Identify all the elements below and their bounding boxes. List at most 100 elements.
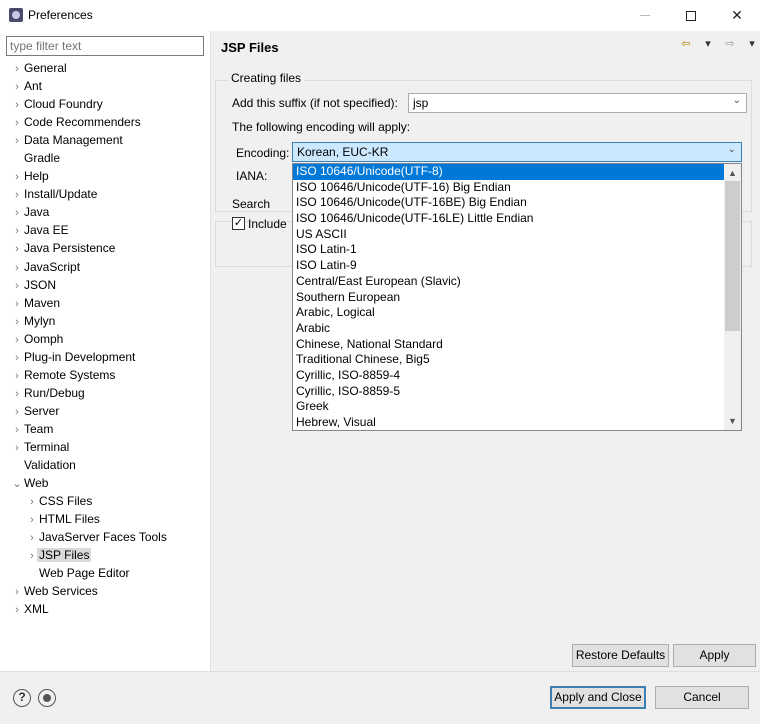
- tree-item-label: XML: [24, 602, 49, 617]
- encoding-option[interactable]: Greek: [293, 399, 725, 415]
- minimize-button[interactable]: [622, 0, 668, 31]
- chevron-right-icon[interactable]: ›: [10, 421, 24, 439]
- chevron-right-icon[interactable]: ›: [10, 240, 24, 258]
- expand-collapse-icon[interactable]: ⌄: [10, 475, 24, 493]
- tree-item[interactable]: Gradle: [0, 149, 210, 167]
- chevron-right-icon[interactable]: ›: [10, 168, 24, 186]
- window-title: Preferences: [28, 8, 93, 22]
- encoding-option[interactable]: ISO 10646/Unicode(UTF-16) Big Endian: [293, 180, 725, 196]
- chevron-right-icon[interactable]: ›: [10, 367, 24, 385]
- tree-item[interactable]: › Plug-in Development: [0, 348, 210, 366]
- scroll-down-icon[interactable]: ▼: [724, 413, 741, 429]
- apply-button[interactable]: Apply: [673, 644, 756, 667]
- tree-item[interactable]: › Oomph: [0, 330, 210, 348]
- tree-item[interactable]: › Web Services: [0, 582, 210, 600]
- encoding-option[interactable]: Hebrew, Visual: [293, 415, 725, 430]
- suffix-combo[interactable]: jsp ⌄: [408, 93, 747, 113]
- include-checkbox[interactable]: ✓: [232, 217, 245, 230]
- close-button[interactable]: ✕: [714, 0, 760, 31]
- tree-item[interactable]: › Java Persistence: [0, 239, 210, 257]
- tree-item[interactable]: › XML: [0, 600, 210, 618]
- chevron-right-icon[interactable]: ›: [10, 259, 24, 277]
- record-macro-icon[interactable]: [38, 689, 56, 707]
- encoding-option[interactable]: Chinese, National Standard: [293, 337, 725, 353]
- encoding-option[interactable]: US ASCII: [293, 227, 725, 243]
- tree-item[interactable]: › Team: [0, 420, 210, 438]
- chevron-right-icon[interactable]: ›: [10, 331, 24, 349]
- tree-item[interactable]: › Java: [0, 203, 210, 221]
- tree-item[interactable]: › Terminal: [0, 438, 210, 456]
- chevron-right-icon[interactable]: ›: [10, 222, 24, 240]
- forward-menu-icon[interactable]: ▾: [742, 37, 760, 50]
- chevron-right-icon[interactable]: ›: [10, 277, 24, 295]
- tree-item[interactable]: › Ant: [0, 77, 210, 95]
- dropdown-scrollbar[interactable]: ▲ ▼: [724, 164, 741, 430]
- encoding-option[interactable]: ISO 10646/Unicode(UTF-16BE) Big Endian: [293, 195, 725, 211]
- tree-item[interactable]: ⌄ Web: [0, 474, 210, 492]
- tree-item[interactable]: › Maven: [0, 294, 210, 312]
- encoding-option[interactable]: Cyrillic, ISO-8859-5: [293, 384, 725, 400]
- tree-item[interactable]: › Mylyn: [0, 312, 210, 330]
- chevron-right-icon[interactable]: ›: [10, 349, 24, 367]
- tree-item[interactable]: › HTML Files: [0, 510, 210, 528]
- filter-input[interactable]: [6, 36, 204, 56]
- chevron-right-icon[interactable]: ›: [10, 313, 24, 331]
- tree-item[interactable]: › JSP Files: [0, 546, 210, 564]
- maximize-button[interactable]: [668, 0, 714, 31]
- tree-item[interactable]: › Code Recommenders: [0, 113, 210, 131]
- scroll-up-icon[interactable]: ▲: [724, 165, 741, 181]
- restore-defaults-button[interactable]: Restore Defaults: [572, 644, 669, 667]
- chevron-right-icon[interactable]: ›: [10, 114, 24, 132]
- chevron-right-icon[interactable]: ›: [10, 96, 24, 114]
- chevron-right-icon[interactable]: ›: [10, 385, 24, 403]
- encoding-option[interactable]: Southern European: [293, 290, 725, 306]
- tree-item[interactable]: › Cloud Foundry: [0, 95, 210, 113]
- tree-item[interactable]: › JavaScript: [0, 258, 210, 276]
- tree-item[interactable]: › Data Management: [0, 131, 210, 149]
- encoding-option[interactable]: Cyrillic, ISO-8859-4: [293, 368, 725, 384]
- title-bar: Preferences ✕: [0, 0, 760, 31]
- chevron-right-icon[interactable]: ›: [10, 601, 24, 619]
- chevron-right-icon[interactable]: ›: [10, 132, 24, 150]
- encoding-option[interactable]: Arabic, Logical: [293, 305, 725, 321]
- encoding-option[interactable]: ISO Latin-1: [293, 242, 725, 258]
- chevron-right-icon[interactable]: ›: [10, 186, 24, 204]
- encoding-option[interactable]: Arabic: [293, 321, 725, 337]
- forward-arrow-icon[interactable]: ⇨: [720, 37, 740, 50]
- help-icon[interactable]: ?: [13, 689, 31, 707]
- tree-item[interactable]: › Server: [0, 402, 210, 420]
- tree-item[interactable]: › Java EE: [0, 221, 210, 239]
- tree-item[interactable]: › JavaServer Faces Tools: [0, 528, 210, 546]
- chevron-right-icon[interactable]: ›: [25, 493, 39, 511]
- tree-item[interactable]: › CSS Files: [0, 492, 210, 510]
- cancel-button[interactable]: Cancel: [655, 686, 749, 709]
- tree-item[interactable]: › Help: [0, 167, 210, 185]
- encoding-dropdown-list[interactable]: ISO 10646/Unicode(UTF-8) ISO 10646/Unicod…: [292, 163, 742, 431]
- tree-item[interactable]: › JSON: [0, 276, 210, 294]
- scroll-thumb[interactable]: [725, 181, 740, 331]
- chevron-right-icon[interactable]: ›: [10, 204, 24, 222]
- chevron-right-icon[interactable]: ›: [25, 529, 39, 547]
- encoding-option[interactable]: ISO Latin-9: [293, 258, 725, 274]
- encoding-option[interactable]: Central/East European (Slavic): [293, 274, 725, 290]
- chevron-right-icon[interactable]: ›: [10, 60, 24, 78]
- tree-item[interactable]: › Remote Systems: [0, 366, 210, 384]
- encoding-option[interactable]: Traditional Chinese, Big5: [293, 352, 725, 368]
- tree-item[interactable]: › Install/Update: [0, 185, 210, 203]
- encoding-option[interactable]: ISO 10646/Unicode(UTF-8): [293, 164, 725, 180]
- chevron-right-icon[interactable]: ›: [10, 439, 24, 457]
- chevron-right-icon[interactable]: ›: [10, 78, 24, 96]
- encoding-option[interactable]: ISO 10646/Unicode(UTF-16LE) Little Endia…: [293, 211, 725, 227]
- encoding-combo[interactable]: Korean, EUC-KR ⌄: [292, 142, 742, 162]
- chevron-right-icon[interactable]: ›: [25, 511, 39, 529]
- back-arrow-icon[interactable]: ⇦: [676, 37, 696, 50]
- tree-item[interactable]: Validation: [0, 456, 210, 474]
- chevron-right-icon[interactable]: ›: [10, 295, 24, 313]
- back-menu-icon[interactable]: ▾: [698, 37, 718, 50]
- tree-item[interactable]: Web Page Editor: [0, 564, 210, 582]
- tree-item[interactable]: › General: [0, 59, 210, 77]
- chevron-right-icon[interactable]: ›: [10, 403, 24, 421]
- tree-item[interactable]: › Run/Debug: [0, 384, 210, 402]
- apply-and-close-button[interactable]: Apply and Close: [550, 686, 646, 709]
- chevron-right-icon[interactable]: ›: [10, 583, 24, 601]
